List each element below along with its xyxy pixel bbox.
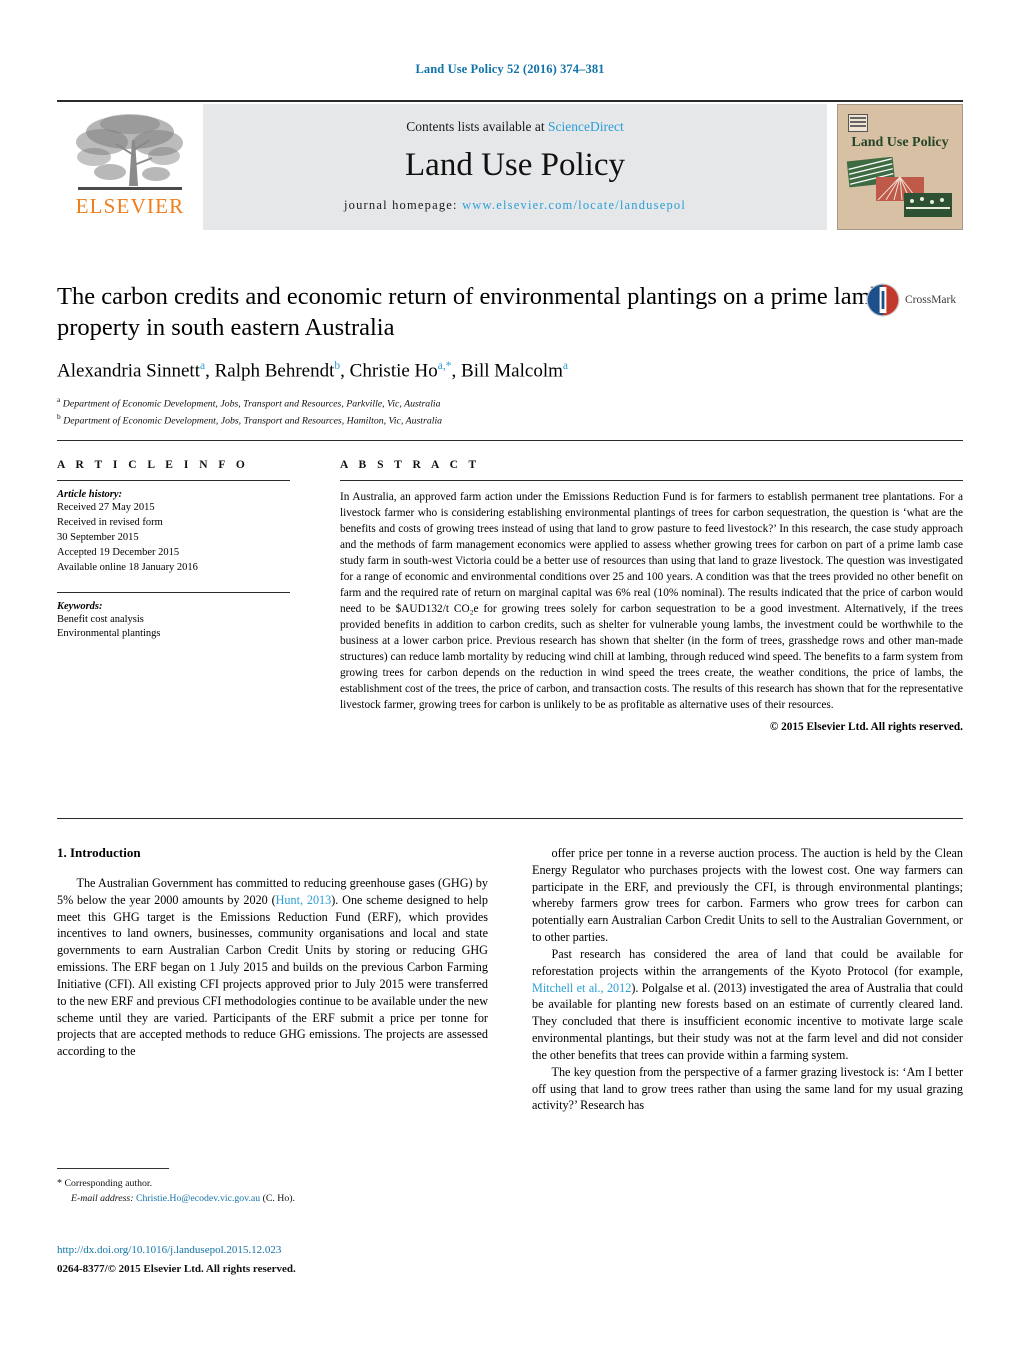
abstract-column: A B S T R A C T In Australia, an approve…	[312, 459, 963, 733]
article-history-line: Received 27 May 2015	[57, 502, 155, 513]
section-title-introduction: 1. Introduction	[57, 845, 141, 860]
affiliation-marker-b: b	[57, 411, 61, 421]
abstract-rule	[340, 480, 963, 481]
crossmark-label: CrossMark	[905, 294, 957, 306]
keywords-label: Keywords:	[57, 600, 103, 612]
contents-available-line: Contents lists available at ScienceDirec…	[406, 119, 623, 135]
corresponding-author-footnote: * Corresponding author. E-mail address: …	[57, 1168, 488, 1206]
affiliation-text-a: Department of Economic Development, Jobs…	[62, 398, 441, 410]
keyword-item: Environmental plantings	[57, 628, 161, 640]
body-divider	[57, 818, 963, 819]
homepage-prefix: journal homepage:	[343, 198, 463, 212]
affiliation-text-b: Department of Economic Development, Jobs…	[63, 415, 443, 426]
elsevier-tree-icon	[76, 114, 183, 190]
body-columns: 1. Introduction The Australian Governmen…	[57, 845, 963, 1195]
doi-link[interactable]: http://dx.doi.org/10.1016/j.landusepol.2…	[57, 1243, 577, 1259]
page-title: The carbon credits and economic return o…	[57, 283, 883, 341]
article-history-line: Accepted 19 December 2015	[57, 546, 180, 558]
abstract-copyright: © 2015 Elsevier Ltd. All rights reserved…	[769, 721, 963, 734]
footnote-rule	[57, 1168, 169, 1169]
author-list: Alexandria Sinnetta, Ralph Behrendtb, Ch…	[57, 360, 568, 382]
crossmark-badge-group[interactable]: CrossMark	[866, 283, 964, 317]
article-info-rule	[57, 480, 290, 481]
title-block: The carbon credits and economic return o…	[57, 282, 887, 428]
elsevier-logo: ELSEVIER	[57, 104, 203, 230]
doi-block: http://dx.doi.org/10.1016/j.landusepol.2…	[57, 1243, 577, 1278]
body-column-right: offer price per tonne in a reverse aucti…	[532, 845, 963, 1195]
paragraph: The key question from the perspective of…	[532, 1064, 963, 1113]
citation-link[interactable]: Mitchell et al., 2012	[532, 981, 631, 995]
journal-article-page: Land Use Policy 52 (2016) 374–381 ELSEVI…	[0, 0, 1020, 1351]
homepage-url-link[interactable]: www.elsevier.com/locate/landusepol	[462, 198, 686, 212]
running-head: Land Use Policy 52 (2016) 374–381	[415, 62, 605, 76]
article-history-line: Available online 18 January 2016	[57, 561, 198, 573]
email-label: E-mail address:	[71, 1192, 134, 1204]
contents-prefix: Contents lists available at	[406, 119, 548, 134]
abstract-body: In Australia, an approved farm action un…	[340, 491, 963, 712]
corresponding-author-line: * Corresponding author.	[57, 1176, 488, 1192]
keywords-rule	[57, 591, 290, 593]
journal-title: Land Use Policy	[405, 147, 625, 183]
journal-band: Contents lists available at ScienceDirec…	[203, 104, 827, 230]
cover-publisher-mark-icon	[848, 114, 868, 132]
paragraph: The Australian Government has committed …	[57, 876, 488, 1059]
footnote-star: *	[57, 1178, 62, 1189]
corresponding-author-text: Corresponding author.	[64, 1178, 153, 1189]
citation-link[interactable]: Hunt, 2013	[276, 893, 332, 907]
keyword-item: Benefit cost analysis	[57, 613, 144, 625]
paragraph: Past research has considered the area of…	[532, 946, 963, 1062]
email-line: E-mail address: Christie.Ho@ecodev.vic.g…	[57, 1192, 488, 1207]
cover-journal-title: Land Use Policy	[851, 135, 949, 150]
article-history-line: Received in revised form	[57, 516, 163, 528]
affiliation-marker-a: a	[57, 395, 61, 405]
article-history-label: Article history:	[57, 489, 123, 500]
issn-copyright-line: 0264-8377/© 2015 Elsevier Ltd. All right…	[57, 1262, 296, 1275]
affiliation-a: a Department of Economic Development, Jo…	[57, 395, 887, 411]
journal-masthead: ELSEVIER Contents lists available at Sci…	[57, 100, 963, 230]
body-column-left: 1. Introduction The Australian Governmen…	[57, 845, 488, 1195]
journal-cover-thumbnail[interactable]: Land Use Policy	[837, 104, 963, 230]
sciencedirect-link[interactable]: ScienceDirect	[548, 119, 624, 134]
paragraph: offer price per tonne in a reverse aucti…	[532, 846, 963, 945]
article-info-column: A R T I C L E I N F O Article history: R…	[57, 459, 312, 733]
affiliation-b: b Department of Economic Development, Jo…	[57, 412, 887, 428]
journal-homepage-line: journal homepage: www.elsevier.com/locat…	[344, 198, 686, 213]
email-suffix: (C. Ho).	[262, 1192, 295, 1204]
elsevier-wordmark: ELSEVIER	[75, 194, 185, 218]
article-history-line: 30 September 2015	[57, 531, 139, 543]
abstract-heading: A B S T R A C T	[340, 459, 481, 471]
article-info-heading: A R T I C L E I N F O	[57, 459, 249, 471]
email-link[interactable]: Christie.Ho@ecodev.vic.gov.au	[136, 1193, 260, 1204]
crossmark-icon[interactable]	[866, 283, 900, 317]
info-and-abstract: A R T I C L E I N F O Article history: R…	[57, 440, 963, 733]
affiliation-list: a Department of Economic Development, Jo…	[57, 395, 887, 428]
cover-artwork	[846, 157, 952, 217]
